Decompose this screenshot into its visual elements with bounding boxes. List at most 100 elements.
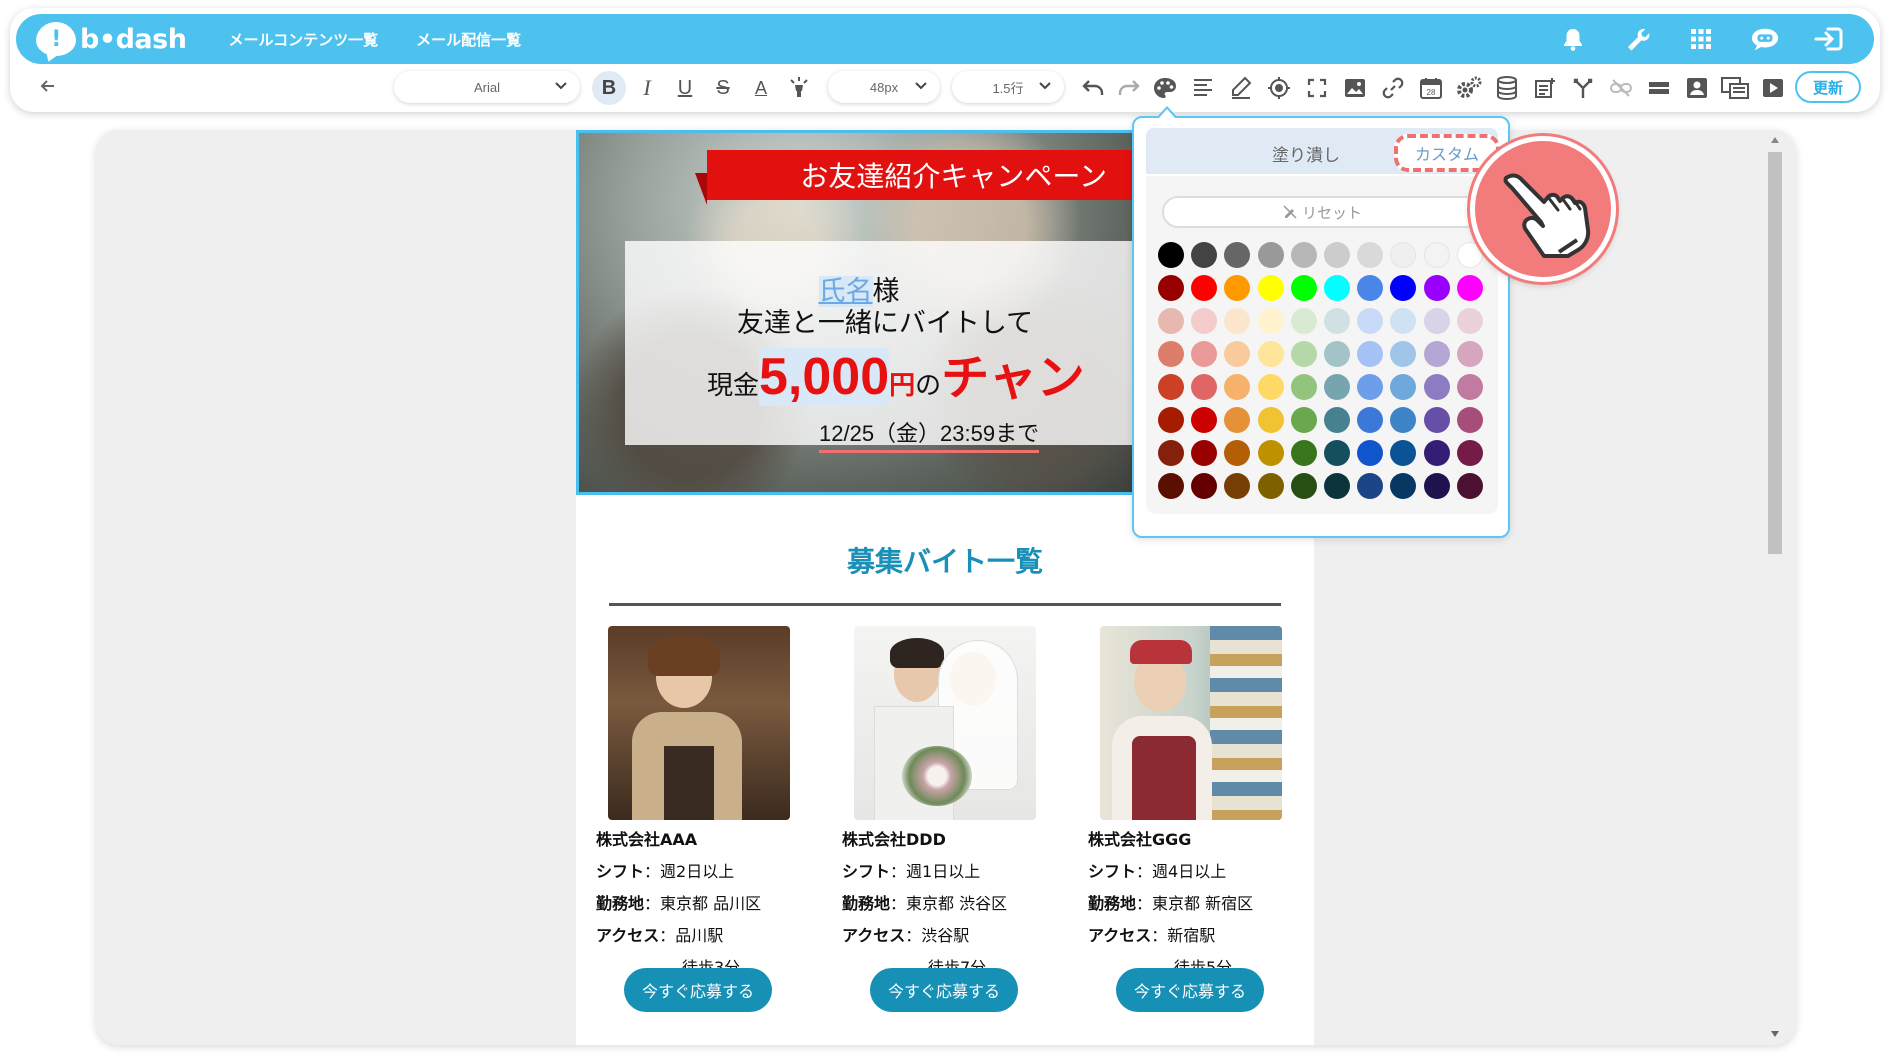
color-swatch[interactable] bbox=[1158, 242, 1184, 268]
color-swatch[interactable] bbox=[1323, 473, 1350, 499]
color-swatch[interactable] bbox=[1290, 440, 1317, 466]
color-swatch[interactable] bbox=[1191, 341, 1218, 367]
fullscreen-button[interactable] bbox=[1300, 71, 1334, 105]
bell-icon[interactable] bbox=[1558, 24, 1588, 54]
color-swatch[interactable] bbox=[1456, 473, 1483, 499]
color-swatch[interactable] bbox=[1323, 242, 1350, 268]
color-swatch[interactable] bbox=[1323, 374, 1350, 400]
color-swatch[interactable] bbox=[1357, 341, 1384, 367]
color-swatch[interactable] bbox=[1290, 341, 1317, 367]
color-swatch[interactable] bbox=[1323, 341, 1350, 367]
underline-button[interactable]: U bbox=[668, 71, 702, 105]
grid-icon[interactable] bbox=[1686, 24, 1716, 54]
color-swatch[interactable] bbox=[1224, 341, 1251, 367]
redo-button[interactable] bbox=[1112, 71, 1146, 105]
color-swatch[interactable] bbox=[1390, 341, 1417, 367]
hero-banner-block[interactable]: お友達紹介キャンペーン 氏名様 友達と一緒にバイトして 現金5,000円のチャン… bbox=[576, 130, 1136, 495]
target-button[interactable] bbox=[1262, 71, 1296, 105]
video-button[interactable] bbox=[1756, 71, 1790, 105]
chat-bot-icon[interactable] bbox=[1750, 24, 1780, 54]
deadline-text[interactable]: 12/25（金）23:59まで bbox=[819, 416, 1040, 453]
template-button[interactable] bbox=[1718, 71, 1752, 105]
color-swatch[interactable] bbox=[1224, 374, 1251, 400]
color-swatch[interactable] bbox=[1257, 407, 1284, 433]
color-swatch[interactable] bbox=[1158, 308, 1184, 334]
tab-fill[interactable]: 塗り潰し bbox=[1272, 141, 1340, 166]
wrench-icon[interactable] bbox=[1622, 24, 1652, 54]
branch-button[interactable] bbox=[1566, 71, 1600, 105]
color-swatch[interactable] bbox=[1456, 308, 1483, 334]
nav-mail-delivery[interactable]: メール配信一覧 bbox=[416, 29, 521, 50]
color-swatch[interactable] bbox=[1323, 308, 1350, 334]
color-swatch[interactable] bbox=[1357, 374, 1384, 400]
font-family-select[interactable]: Arial bbox=[394, 71, 580, 103]
color-swatch[interactable] bbox=[1423, 407, 1450, 433]
color-swatch[interactable] bbox=[1423, 473, 1450, 499]
font-size-select[interactable]: 48px bbox=[828, 71, 940, 103]
color-swatch[interactable] bbox=[1357, 440, 1384, 466]
color-swatch[interactable] bbox=[1357, 407, 1384, 433]
unlink-button[interactable] bbox=[1604, 71, 1638, 105]
color-swatch[interactable] bbox=[1357, 242, 1384, 268]
color-swatch[interactable] bbox=[1224, 473, 1251, 499]
color-swatch[interactable] bbox=[1158, 341, 1184, 367]
color-swatch[interactable] bbox=[1323, 407, 1350, 433]
divider-button[interactable] bbox=[1642, 71, 1676, 105]
color-swatch[interactable] bbox=[1290, 473, 1317, 499]
palette-button[interactable] bbox=[1148, 71, 1182, 105]
color-swatch[interactable] bbox=[1423, 341, 1450, 367]
color-swatch[interactable] bbox=[1257, 242, 1284, 268]
color-swatch[interactable] bbox=[1158, 440, 1184, 466]
color-swatch[interactable] bbox=[1290, 374, 1317, 400]
line-height-select[interactable]: 1.5行 bbox=[952, 71, 1064, 103]
image-button[interactable] bbox=[1338, 71, 1372, 105]
brand-logo[interactable]: ! b•dash bbox=[36, 22, 187, 56]
color-swatch[interactable] bbox=[1257, 374, 1284, 400]
apply-button[interactable]: 今すぐ応募する bbox=[1116, 968, 1264, 1012]
color-swatch[interactable] bbox=[1456, 407, 1483, 433]
color-swatch[interactable] bbox=[1390, 275, 1417, 301]
color-swatch[interactable] bbox=[1257, 440, 1284, 466]
color-swatch[interactable] bbox=[1191, 407, 1218, 433]
database-button[interactable] bbox=[1490, 71, 1524, 105]
color-swatch[interactable] bbox=[1357, 275, 1384, 301]
calendar-button[interactable]: 28 bbox=[1414, 71, 1448, 105]
bold-button[interactable]: B bbox=[592, 71, 626, 105]
back-arrow-icon[interactable] bbox=[38, 76, 58, 96]
color-swatch[interactable] bbox=[1390, 407, 1417, 433]
color-swatch[interactable] bbox=[1257, 341, 1284, 367]
color-swatch[interactable] bbox=[1456, 341, 1483, 367]
italic-button[interactable]: I bbox=[630, 71, 664, 105]
color-swatch[interactable] bbox=[1158, 275, 1184, 301]
section-title[interactable]: 募集バイト一覧 bbox=[576, 540, 1314, 580]
note-button[interactable] bbox=[1528, 71, 1562, 105]
hero-subline[interactable]: 友達と一緒にバイトして bbox=[579, 301, 1133, 340]
settings-button[interactable] bbox=[1452, 71, 1486, 105]
undo-button[interactable] bbox=[1076, 71, 1110, 105]
color-swatch[interactable] bbox=[1224, 407, 1251, 433]
color-swatch[interactable] bbox=[1224, 308, 1251, 334]
color-swatch[interactable] bbox=[1158, 473, 1184, 499]
color-swatch[interactable] bbox=[1390, 440, 1417, 466]
color-swatch[interactable] bbox=[1390, 242, 1417, 268]
highlight-button[interactable] bbox=[782, 71, 816, 105]
color-swatch[interactable] bbox=[1456, 374, 1483, 400]
hero-offer-line[interactable]: 現金5,000円のチャン bbox=[707, 338, 1085, 408]
color-swatch[interactable] bbox=[1390, 374, 1417, 400]
color-swatch[interactable] bbox=[1257, 275, 1284, 301]
color-swatch[interactable] bbox=[1357, 473, 1384, 499]
scroll-up-arrow-icon[interactable] bbox=[1770, 136, 1780, 144]
color-swatch[interactable] bbox=[1390, 473, 1417, 499]
logout-icon[interactable] bbox=[1814, 24, 1844, 54]
color-swatch[interactable] bbox=[1423, 440, 1450, 466]
color-swatch[interactable] bbox=[1257, 473, 1284, 499]
link-button[interactable] bbox=[1376, 71, 1410, 105]
color-swatch[interactable] bbox=[1224, 242, 1251, 268]
color-swatch[interactable] bbox=[1224, 275, 1251, 301]
color-swatch[interactable] bbox=[1323, 440, 1350, 466]
apply-button[interactable]: 今すぐ応募する bbox=[624, 968, 772, 1012]
color-swatch[interactable] bbox=[1390, 308, 1417, 334]
align-button[interactable] bbox=[1186, 71, 1220, 105]
color-swatch[interactable] bbox=[1423, 275, 1450, 301]
color-swatch[interactable] bbox=[1191, 275, 1218, 301]
